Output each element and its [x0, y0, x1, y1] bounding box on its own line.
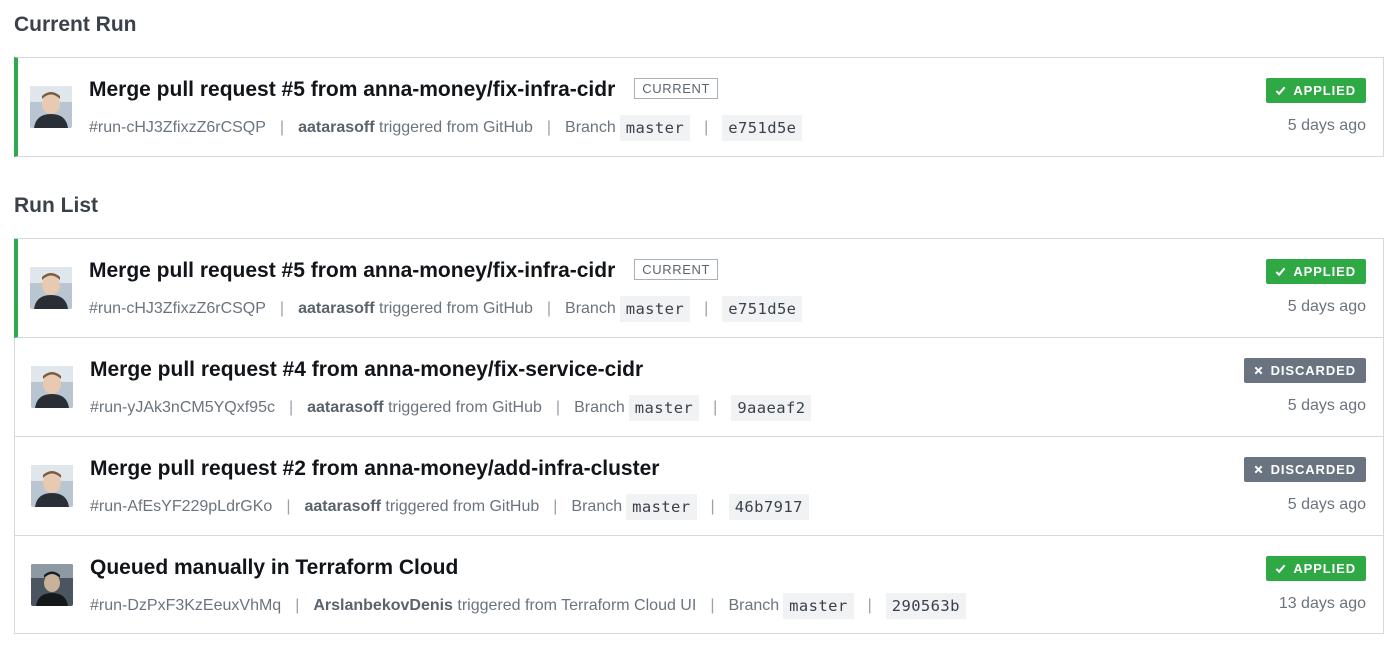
commit-sha[interactable]: 46b7917 [728, 494, 809, 520]
status-badge: APPLIED [1266, 556, 1366, 581]
commit-sha[interactable]: e751d5e [722, 115, 803, 141]
run-list-heading: Run List [14, 194, 98, 217]
run-time: 5 days ago [1287, 397, 1366, 414]
run-title-link[interactable]: Merge pull request #5 from anna-money/fi… [89, 78, 719, 102]
x-icon [1254, 465, 1263, 474]
trigger-text: triggered from GitHub [388, 399, 542, 416]
branch-name[interactable]: master [626, 494, 697, 520]
check-icon [1276, 267, 1286, 277]
user-avatar [31, 366, 73, 408]
status-badge: DISCARDED [1243, 457, 1366, 482]
divider: | [704, 119, 709, 136]
run-title-text[interactable]: Merge pull request #5 from anna-money/fi… [89, 259, 615, 282]
run-user[interactable]: aatarasoff [307, 399, 383, 417]
current-run-heading: Current Run [14, 13, 137, 36]
check-icon [1276, 86, 1286, 96]
run-title-link[interactable]: Merge pull request #4 from anna-money/fi… [90, 358, 643, 382]
trigger-text: triggered from Terraform Cloud UI [457, 597, 697, 614]
current-run-item[interactable]: Merge pull request #5 from anna-money/fi… [18, 58, 1383, 156]
status-label: DISCARDED [1270, 462, 1356, 477]
divider: | [704, 300, 709, 317]
trigger-text: triggered from GitHub [385, 498, 540, 515]
run-id[interactable]: #run-cHJ3ZfixzZ6rCSQP [89, 300, 266, 318]
divider: | [279, 300, 285, 317]
branch-name[interactable]: master [783, 593, 854, 619]
run-time: 13 days ago [1278, 595, 1366, 612]
run-user[interactable]: aatarasoff [298, 300, 374, 318]
divider: | [710, 498, 715, 515]
run-title-text[interactable]: Queued manually in Terraform Cloud [90, 556, 458, 579]
branch-label: Branch [574, 399, 625, 416]
current-run-card[interactable]: Merge pull request #5 from anna-money/fi… [14, 57, 1384, 157]
run-user[interactable]: aatarasoff [298, 119, 374, 137]
commit-sha[interactable]: e751d5e [722, 296, 803, 322]
trigger-text: triggered from GitHub [379, 119, 533, 136]
user-avatar [30, 86, 72, 128]
trigger-text: triggered from GitHub [379, 300, 533, 317]
commit-sha[interactable]: 290563b [885, 593, 966, 619]
run-title-text[interactable]: Merge pull request #2 from anna-money/ad… [90, 457, 659, 480]
run-time: 5 days ago [1287, 117, 1366, 134]
run-meta: #run-DzPxF3KzEeuxVhMq | ArslanbekovDenis… [90, 593, 966, 619]
x-icon [1254, 366, 1263, 375]
run-user[interactable]: aatarasoff [304, 498, 380, 516]
divider: | [867, 597, 872, 614]
run-list: Merge pull request #5 from anna-money/fi… [14, 238, 1384, 634]
user-avatar [31, 564, 73, 606]
branch-name[interactable]: master [619, 296, 691, 322]
divider: | [288, 399, 294, 416]
run-id[interactable]: #run-DzPxF3KzEeuxVhMq [90, 597, 281, 615]
run-time: 5 days ago [1287, 298, 1366, 315]
run-meta: #run-AfEsYF229pLdrGKo | aatarasoff trigg… [90, 494, 809, 520]
run-list-item[interactable]: Merge pull request #4 from anna-money/fi… [15, 338, 1383, 437]
divider: | [279, 119, 285, 136]
commit-sha[interactable]: 9aaeaf2 [731, 395, 812, 421]
run-meta: #run-yJAk3nCM5YQxf95c | aatarasoff trigg… [90, 395, 812, 421]
run-title-text[interactable]: Merge pull request #5 from anna-money/fi… [89, 78, 615, 101]
run-meta: #run-cHJ3ZfixzZ6rCSQP | aatarasoff trigg… [89, 115, 803, 141]
run-list-item[interactable]: Merge pull request #5 from anna-money/fi… [14, 239, 1383, 338]
status-label: APPLIED [1293, 264, 1356, 279]
status-badge: APPLIED [1266, 78, 1366, 103]
run-time: 5 days ago [1287, 496, 1366, 513]
divider: | [546, 119, 552, 136]
branch-name[interactable]: master [628, 395, 700, 421]
run-id[interactable]: #run-cHJ3ZfixzZ6rCSQP [89, 119, 266, 137]
divider: | [553, 498, 558, 515]
run-title-link[interactable]: Merge pull request #2 from anna-money/ad… [90, 457, 659, 481]
run-title-text[interactable]: Merge pull request #4 from anna-money/fi… [90, 358, 643, 381]
branch-name[interactable]: master [619, 115, 691, 141]
run-list-item[interactable]: Merge pull request #2 from anna-money/ad… [15, 437, 1383, 536]
branch-label: Branch [728, 597, 780, 614]
branch-label: Branch [565, 119, 616, 136]
status-label: DISCARDED [1270, 363, 1356, 378]
run-title-link[interactable]: Queued manually in Terraform Cloud [90, 556, 458, 580]
run-list-item[interactable]: Queued manually in Terraform Cloud #run-… [15, 536, 1383, 633]
status-label: APPLIED [1293, 83, 1356, 98]
current-badge: CURRENT [634, 259, 719, 280]
user-avatar [31, 465, 73, 507]
divider: | [710, 597, 715, 614]
check-icon [1276, 564, 1286, 574]
divider: | [546, 300, 552, 317]
status-badge: APPLIED [1266, 259, 1366, 284]
divider: | [713, 399, 718, 416]
divider: | [286, 498, 291, 515]
current-badge: CURRENT [634, 78, 719, 99]
run-title-link[interactable]: Merge pull request #5 from anna-money/fi… [89, 259, 719, 283]
divider: | [295, 597, 300, 614]
divider: | [555, 399, 561, 416]
status-label: APPLIED [1293, 561, 1356, 576]
branch-label: Branch [565, 300, 616, 317]
status-badge: DISCARDED [1243, 358, 1366, 383]
user-avatar [30, 267, 72, 309]
run-user[interactable]: ArslanbekovDenis [313, 597, 453, 615]
run-id[interactable]: #run-AfEsYF229pLdrGKo [90, 498, 272, 516]
run-meta: #run-cHJ3ZfixzZ6rCSQP | aatarasoff trigg… [89, 296, 803, 322]
branch-label: Branch [571, 498, 623, 515]
run-id[interactable]: #run-yJAk3nCM5YQxf95c [90, 399, 275, 417]
